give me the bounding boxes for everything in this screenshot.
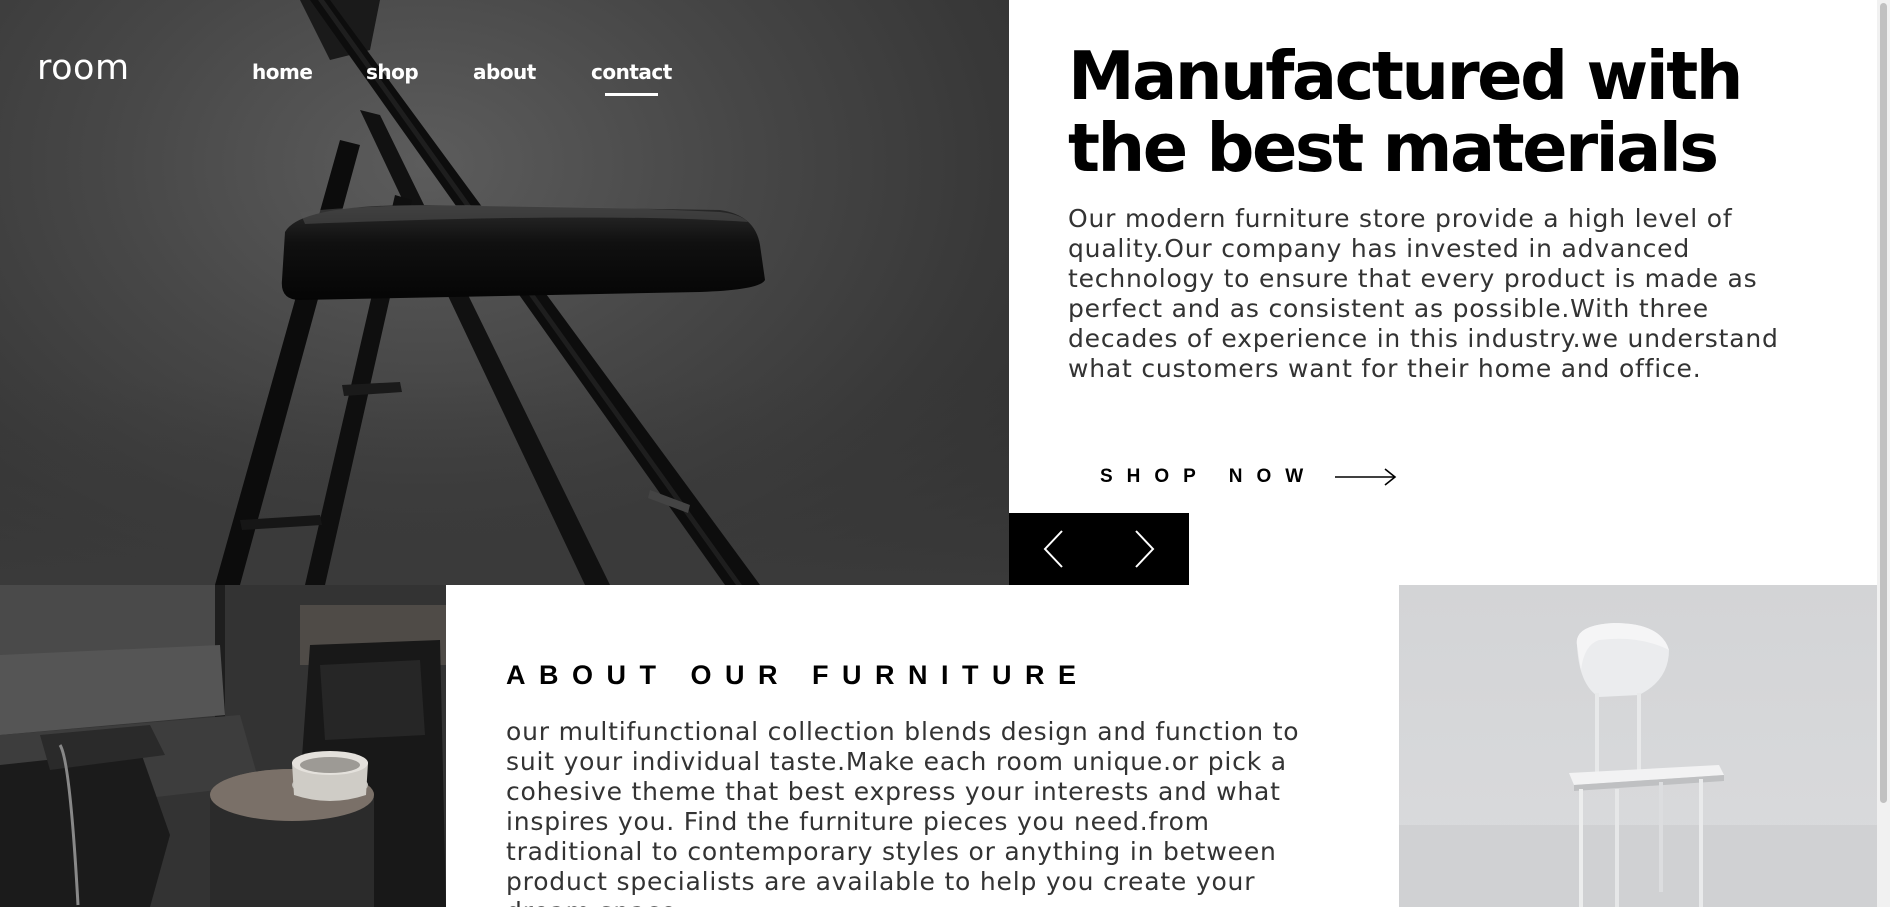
nav-link-home[interactable]: home [252,60,313,84]
hero-description: Our modern furniture store provide a hig… [1068,204,1779,383]
page-scrollbar[interactable] [1877,0,1890,907]
shop-now-button[interactable]: SHOP NOW [1100,465,1397,489]
hero-image [0,0,1009,585]
arrow-right-icon [1335,468,1397,486]
about-title: ABOUT OUR FURNITURE [506,660,1090,690]
shop-now-label: SHOP NOW [1100,466,1318,487]
dark-living-room-image [0,585,446,907]
nav-link-about[interactable]: about [473,60,536,84]
hero-text: Manufactured with the best materials Our… [1068,40,1858,384]
about-description: our multifunctional collection blends de… [506,717,1300,907]
slider-prev-button[interactable] [1009,513,1099,585]
nav-link-shop[interactable]: shop [366,60,419,84]
hero-title: Manufactured with the best materials [1068,37,1743,187]
logo[interactable]: room [37,48,130,88]
slider-next-button[interactable] [1099,513,1189,585]
nav-link-contact[interactable]: contact [591,60,672,96]
chevron-left-icon [1043,530,1063,568]
chevron-right-icon [1135,530,1155,568]
white-chair-illustration [1399,623,1877,907]
living-room-illustration [0,585,446,907]
folding-chair-illustration [0,0,1009,585]
about-section: ABOUT OUR FURNITURE our multifunctional … [506,660,1346,907]
slider-controls [1009,513,1189,585]
scrollbar-thumb[interactable] [1880,3,1887,803]
white-chair-image [1399,585,1877,907]
